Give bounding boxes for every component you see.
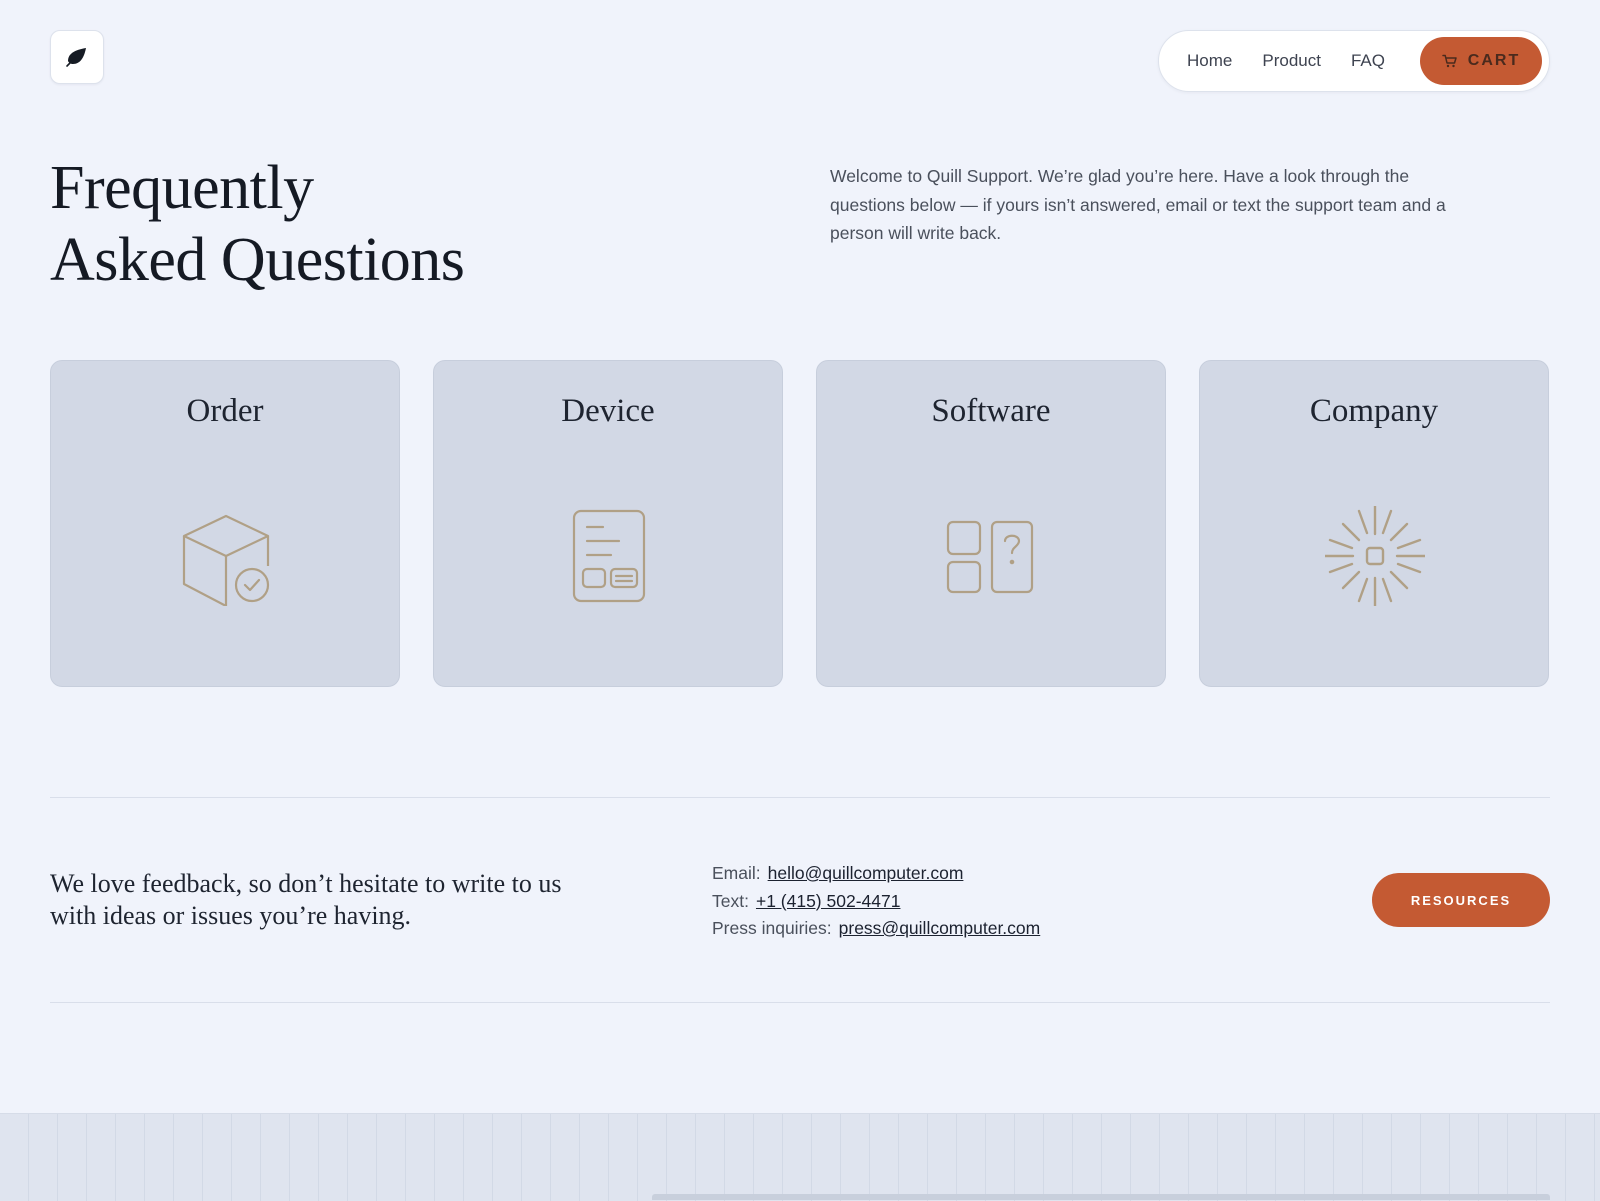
contact-press-row: Press inquiries: press@quillcomputer.com: [712, 915, 1040, 943]
nav-faq-link[interactable]: FAQ: [1351, 51, 1385, 71]
nav-home-link[interactable]: Home: [1187, 51, 1232, 71]
press-email-link[interactable]: press@quillcomputer.com: [839, 918, 1041, 938]
top-nav: Home Product FAQ CART: [1158, 30, 1550, 92]
logo[interactable]: [50, 30, 104, 84]
device-document-icon: [572, 509, 646, 603]
resources-button[interactable]: RESOURCES: [1372, 873, 1550, 927]
contact-email-row: Email: hello@quillcomputer.com: [712, 860, 1040, 888]
intro-text: Welcome to Quill Support. We’re glad you…: [830, 166, 1446, 243]
contact-text-row: Text: +1 (415) 502-4471: [712, 888, 1040, 916]
category-card-order[interactable]: Order: [50, 360, 400, 687]
category-card-device[interactable]: Device: [433, 360, 783, 687]
category-card-software[interactable]: Software: [816, 360, 1166, 687]
cart-icon: [1442, 54, 1457, 68]
cart-button[interactable]: CART: [1420, 37, 1542, 85]
page-title: Frequently Asked Questions: [50, 152, 465, 296]
section-divider: [50, 1002, 1550, 1003]
footer-panel-edge: [652, 1194, 1550, 1200]
section-divider: [50, 797, 1550, 798]
page-title-line-2: Asked Questions: [50, 226, 465, 294]
cart-label: CART: [1467, 52, 1521, 69]
quill-leaf-icon: [66, 48, 86, 67]
text-label: Text:: [712, 890, 749, 911]
category-title: Device: [561, 393, 655, 429]
email-label: Email:: [712, 863, 761, 883]
category-title: Company: [1309, 393, 1439, 429]
package-check-icon: [182, 514, 270, 606]
page-title-line-1: Frequently: [50, 154, 314, 222]
sunburst-icon: [1325, 506, 1425, 606]
nav-product-link[interactable]: Product: [1262, 51, 1321, 71]
category-card-company[interactable]: Company: [1199, 360, 1549, 687]
faq-categories: Order Device Software Company: [50, 360, 1550, 687]
feedback-text: We love feedback, so don’t hesitate to w…: [50, 869, 562, 930]
footer-band: [0, 1113, 1600, 1201]
category-title: Order: [186, 393, 264, 429]
contact-details: Email: hello@quillcomputer.com Text: +1 (4…: [712, 860, 1040, 943]
category-title: Software: [931, 393, 1051, 429]
phone-link[interactable]: +1 (415) 502-4471: [756, 891, 901, 911]
press-label: Press inquiries:: [712, 918, 832, 938]
email-link[interactable]: hello@quillcomputer.com: [768, 863, 964, 883]
apps-question-icon: [946, 520, 1034, 594]
